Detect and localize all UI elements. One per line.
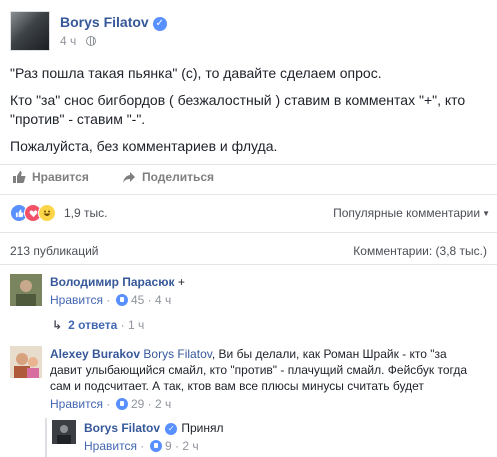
comment-actions: Нравится · 29 · 2 ч — [50, 397, 172, 411]
post-time[interactable]: 4 ч — [60, 34, 76, 48]
reply-like-button[interactable]: Нравится — [84, 439, 137, 453]
share-arrow-icon — [123, 172, 135, 183]
globe-icon — [85, 36, 96, 46]
view-replies-link[interactable]: ↳ 2 ответа · 1 ч — [52, 318, 144, 332]
comment-author[interactable]: Alexey Burakov — [50, 347, 140, 361]
author-name-text[interactable]: Borys Filatov — [60, 14, 149, 30]
like-count-icon — [115, 398, 128, 410]
divider — [0, 164, 497, 165]
reply-thread-line — [45, 418, 47, 457]
post-paragraph: Кто "за" снос бигбордов ( безжалостный )… — [10, 92, 466, 127]
comment-sort-label: Популярные комментарии — [333, 206, 481, 220]
comment-author[interactable]: Володимир Парасюк — [50, 275, 174, 289]
like-label: Нравится — [32, 170, 89, 184]
replies-time: 1 ч — [127, 318, 145, 332]
comment-time[interactable]: 4 ч — [155, 293, 171, 307]
divider — [0, 194, 497, 195]
comment-body: Володимир Парасюк + Нравится · 45 · 4 ч — [50, 274, 480, 308]
share-label: Поделиться — [142, 170, 215, 184]
haha-reaction-icon — [38, 204, 56, 222]
comment-item: Alexey Burakov Borys Filatov, Ви бы дела… — [10, 346, 490, 416]
comment-time[interactable]: 2 ч — [155, 397, 171, 411]
post-header: Borys Filatov ✓ 4 ч — [10, 11, 490, 51]
verified-badge-icon: ✓ — [152, 17, 167, 31]
comment-like-count[interactable]: 29 — [131, 397, 144, 411]
post-body: "Раз пошла такая пьянка" (с), то давайте… — [10, 64, 490, 164]
post-paragraph: Пожалуйста, без комментариев и флуда. — [10, 138, 278, 154]
comment-actions: Нравится · 45 · 4 ч — [50, 293, 172, 307]
author-name[interactable]: Borys Filatov ✓ — [60, 14, 167, 31]
reply-like-count[interactable]: 9 — [165, 439, 172, 453]
thumbs-up-icon — [13, 171, 26, 183]
reply-arrow-icon: ↳ — [52, 318, 63, 332]
reactions-bar: 1,9 тыс. Популярные комментарии ▼ — [10, 204, 490, 222]
share-button[interactable]: Поделиться — [122, 170, 214, 184]
reaction-count[interactable]: 1,9 тыс. — [64, 206, 107, 220]
caret-down-icon: ▼ — [482, 209, 490, 218]
comment-like-button[interactable]: Нравится — [50, 397, 103, 411]
comment-body: Alexey Burakov Borys Filatov, Ви бы дела… — [50, 346, 480, 412]
like-button[interactable]: Нравится — [12, 170, 89, 184]
comment-like-button[interactable]: Нравится — [50, 293, 103, 307]
reply-actions: Нравится · 9 · 2 ч — [84, 439, 199, 453]
reply-time[interactable]: 2 ч — [182, 439, 198, 453]
reaction-icons[interactable] — [10, 204, 56, 222]
like-count-icon — [149, 440, 162, 452]
commenter-avatar[interactable] — [10, 274, 42, 306]
commenter-avatar[interactable] — [10, 346, 42, 378]
comment-item: Володимир Парасюк + Нравится · 45 · 4 ч — [10, 274, 490, 314]
post-meta: 4 ч — [60, 34, 96, 48]
reply-item: Borys Filatov ✓ Принял Нравится · 9 · 2 ч — [52, 420, 490, 456]
divider — [0, 232, 497, 233]
comment-text: + — [177, 275, 185, 289]
post-paragraph: "Раз пошла такая пьянка" (с), то давайте… — [10, 65, 382, 81]
comment-sort-dropdown[interactable]: Популярные комментарии ▼ — [333, 206, 490, 220]
like-count-icon — [115, 294, 128, 306]
reply-body: Borys Filatov ✓ Принял Нравится · 9 · 2 ч — [84, 420, 484, 454]
comment-count: Комментарии: (3,8 тыс.) — [353, 244, 487, 258]
share-count[interactable]: 213 публикаций — [10, 244, 99, 258]
divider — [0, 264, 497, 265]
author-avatar[interactable] — [10, 11, 50, 51]
reply-text: Принял — [181, 421, 224, 435]
replies-count: 2 ответа — [68, 318, 118, 332]
reply-avatar[interactable] — [52, 420, 76, 444]
comment-like-count[interactable]: 45 — [131, 293, 144, 307]
reply-author[interactable]: Borys Filatov — [84, 421, 160, 435]
post-action-bar: Нравится Поделиться — [10, 170, 487, 190]
verified-badge-icon: ✓ — [165, 423, 178, 435]
comment-mention[interactable]: Borys Filatov — [143, 347, 211, 361]
